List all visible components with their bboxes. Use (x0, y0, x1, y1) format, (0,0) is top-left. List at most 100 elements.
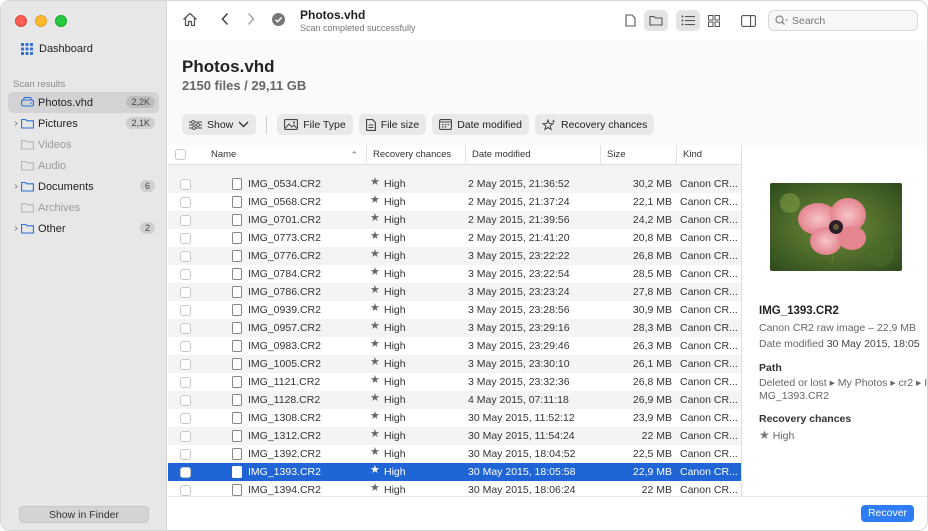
recovery-chance: High (384, 196, 406, 208)
file-type-filter-button[interactable]: File Type (277, 114, 353, 135)
file-name: IMG_1392.CR2 (248, 448, 321, 460)
chevron-right-icon[interactable]: › (11, 223, 21, 234)
sidebar-item-documents[interactable]: › Documents 6 (8, 176, 159, 197)
recovery-chance: High (384, 448, 406, 460)
table-row[interactable]: IMG_0534.CR2 ★ High 2 May 2015, 21:36:52… (168, 175, 741, 193)
select-all-column[interactable] (168, 145, 198, 165)
file-size-filter-button[interactable]: File size (358, 114, 427, 135)
recovery-chance: High (384, 394, 406, 406)
close-window-button[interactable] (15, 15, 27, 27)
preview-panel: IMG_1393.CR2 Canon CR2 raw image – 22,9 … (741, 145, 927, 498)
file-name: IMG_0534.CR2 (248, 178, 321, 190)
table-row[interactable]: IMG_0568.CR2 ★ High 2 May 2015, 21:37:24… (168, 193, 741, 211)
recover-button[interactable]: Recover (861, 505, 914, 522)
sidebar-item-videos[interactable]: Videos (8, 134, 159, 155)
date-modified-filter-button[interactable]: Date modified (432, 114, 529, 135)
table-row[interactable]: IMG_1392.CR2 ★ High 30 May 2015, 18:04:5… (168, 445, 741, 463)
row-checkbox[interactable] (180, 269, 191, 280)
sidebar-item-audio[interactable]: Audio (8, 155, 159, 176)
date-modified: 2 May 2015, 21:37:24 (468, 196, 570, 208)
row-checkbox[interactable] (180, 251, 191, 262)
recovery-chances-filter-button[interactable]: Recovery chances (535, 114, 655, 135)
folder-icon (21, 118, 34, 129)
recovery-chance: High (384, 412, 406, 424)
chevron-right-icon[interactable]: › (11, 118, 21, 129)
file-kind: Canon CR... (680, 412, 738, 424)
show-in-finder-button[interactable]: Show in Finder (19, 506, 149, 523)
count-badge: 2 (139, 222, 155, 234)
row-checkbox[interactable] (180, 431, 191, 442)
table-row[interactable]: IMG_1005.CR2 ★ High 3 May 2015, 23:30:10… (168, 355, 741, 373)
table-row[interactable]: IMG_1393.CR2 ★ High 30 May 2015, 18:05:5… (168, 463, 741, 481)
row-checkbox[interactable] (180, 215, 191, 226)
row-checkbox[interactable] (180, 179, 191, 190)
row-checkbox[interactable] (180, 287, 191, 298)
search-input[interactable] (792, 14, 912, 27)
sidebar-item-other[interactable]: › Other 2 (8, 218, 159, 239)
date-modified: 30 May 2015, 18:04:52 (468, 448, 576, 460)
column-header-size[interactable]: Size (600, 145, 676, 165)
row-checkbox[interactable] (180, 305, 191, 316)
file-kind: Canon CR... (680, 358, 738, 370)
sidebar-item-photos-vhd[interactable]: Photos.vhd 2,2K (8, 92, 159, 113)
file-kind: Canon CR... (680, 286, 738, 298)
list-view-icon[interactable] (676, 10, 700, 31)
row-checkbox[interactable] (180, 377, 191, 388)
column-header-kind[interactable]: Kind (676, 145, 741, 165)
row-checkbox[interactable] (180, 197, 191, 208)
row-checkbox[interactable] (180, 395, 191, 406)
table-row[interactable]: IMG_1121.CR2 ★ High 3 May 2015, 23:32:36… (168, 373, 741, 391)
file-size: 30,2 MB (632, 178, 672, 190)
row-checkbox[interactable] (180, 323, 191, 334)
file-kind: Canon CR... (680, 268, 738, 280)
home-icon[interactable] (182, 12, 198, 27)
row-checkbox[interactable] (180, 359, 191, 370)
forward-chevron-icon[interactable] (246, 12, 256, 26)
row-checkbox[interactable] (180, 233, 191, 244)
row-checkbox[interactable] (180, 341, 191, 352)
sidebar-dashboard[interactable]: Dashboard (21, 43, 93, 55)
row-checkbox[interactable] (180, 449, 191, 460)
folder-view-icon[interactable] (644, 10, 668, 31)
column-header-recovery[interactable]: Recovery chances (366, 145, 465, 165)
folder-icon (21, 202, 34, 213)
table-row[interactable]: IMG_1312.CR2 ★ High 30 May 2015, 11:54:2… (168, 427, 741, 445)
table-row[interactable]: IMG_0939.CR2 ★ High 3 May 2015, 23:28:56… (168, 301, 741, 319)
table-row[interactable]: IMG_1308.CR2 ★ High 30 May 2015, 11:52:1… (168, 409, 741, 427)
search-box[interactable] (768, 10, 918, 31)
show-filter-button[interactable]: Show (182, 114, 257, 135)
row-checkbox[interactable] (180, 413, 191, 424)
table-row[interactable]: IMG_0786.CR2 ★ High 3 May 2015, 23:23:24… (168, 283, 741, 301)
preview-panel-icon[interactable] (736, 10, 760, 31)
file-view-icon[interactable] (618, 10, 642, 31)
minimize-window-button[interactable] (35, 15, 47, 27)
sidebar-item-pictures[interactable]: › Pictures 2,1K (8, 113, 159, 134)
file-size: 24,2 MB (632, 214, 672, 226)
raw-file-icon (232, 196, 242, 208)
sidebar-item-archives[interactable]: Archives (8, 197, 159, 218)
file-kind: Canon CR... (680, 178, 738, 190)
table-row[interactable]: IMG_0784.CR2 ★ High 3 May 2015, 23:22:54… (168, 265, 741, 283)
row-checkbox[interactable] (180, 467, 191, 478)
folder-icon (21, 223, 34, 234)
column-header-name[interactable]: Name ⌃ (198, 145, 366, 165)
star-icon: ★ (370, 392, 380, 404)
star-icon: ★ (370, 248, 380, 260)
table-row[interactable]: IMG_0776.CR2 ★ High 3 May 2015, 23:22:22… (168, 247, 741, 265)
chevron-right-icon[interactable]: › (11, 181, 21, 192)
file-kind: Canon CR... (680, 196, 738, 208)
back-chevron-icon[interactable] (220, 12, 230, 26)
star-icon: ★ (370, 428, 380, 440)
table-row[interactable]: IMG_1128.CR2 ★ High 4 May 2015, 07:11:18… (168, 391, 741, 409)
preview-file-meta: Canon CR2 raw image – 22,9 MB (759, 322, 916, 334)
table-row[interactable]: IMG_0773.CR2 ★ High 2 May 2015, 21:41:20… (168, 229, 741, 247)
star-icon: ★ (370, 446, 380, 458)
select-all-checkbox[interactable] (175, 149, 186, 160)
table-row[interactable]: IMG_0701.CR2 ★ High 2 May 2015, 21:39:56… (168, 211, 741, 229)
table-row[interactable]: IMG_0983.CR2 ★ High 3 May 2015, 23:29:46… (168, 337, 741, 355)
grid-view-icon[interactable] (702, 10, 726, 31)
row-checkbox[interactable] (180, 485, 191, 496)
table-row[interactable]: IMG_0957.CR2 ★ High 3 May 2015, 23:29:16… (168, 319, 741, 337)
column-header-date[interactable]: Date modified (465, 145, 600, 165)
zoom-window-button[interactable] (55, 15, 67, 27)
